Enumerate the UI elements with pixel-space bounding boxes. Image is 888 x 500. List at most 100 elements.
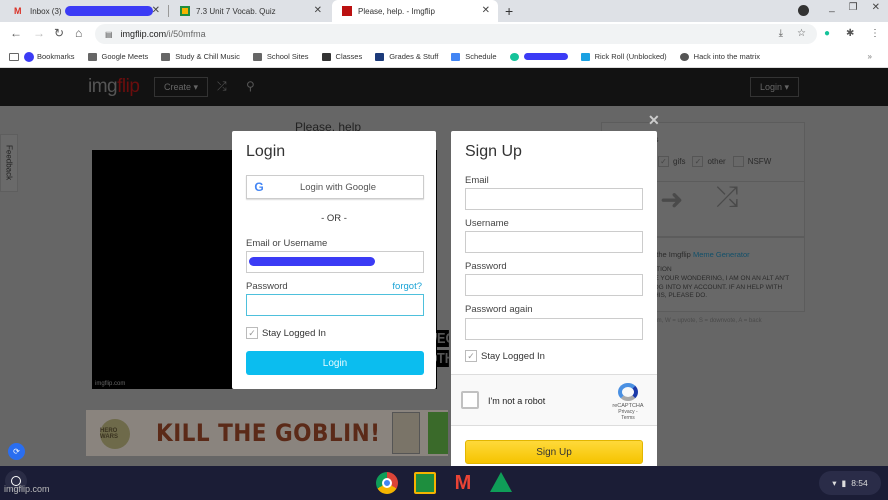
bookmark-grades-stuff[interactable]: Grades & Stuff	[375, 52, 438, 61]
login-submit-button[interactable]: Login	[246, 351, 424, 375]
close-tab-icon[interactable]: ✕	[482, 5, 490, 16]
bookmark-study-chill-music[interactable]: Study & Chill Music	[161, 52, 240, 61]
reload-icon[interactable]: ↻	[54, 26, 64, 40]
feedback-tab[interactable]: Feedback	[0, 134, 18, 192]
grammarly-extension-icon[interactable]: ●	[824, 28, 830, 39]
close-tab-icon[interactable]: ✕	[152, 5, 160, 16]
back-arrow-icon[interactable]: ←	[10, 26, 22, 40]
scroll-refresh-icon[interactable]: ⟳	[8, 443, 25, 460]
bookmark-google-meets[interactable]: Google Meets	[87, 52, 149, 61]
filter-checkbox-other[interactable]: ✓	[692, 156, 704, 167]
google-drive-icon[interactable]	[490, 472, 512, 492]
classroom-icon	[321, 52, 331, 61]
browser-toolbar: ← → ↻ ⌂ ▤ imgflip.com/i/50mfma ⤓ ☆ ● ✱ ⋮	[0, 22, 888, 46]
signup-stay-logged-in-row: ✓ Stay Logged In	[465, 350, 545, 362]
stay-logged-in-label: Stay Logged In	[262, 327, 326, 339]
bookmark-school-sites[interactable]: School Sites	[252, 52, 309, 61]
bookmarks-bar: Bookmarks Google Meets Study & Chill Mus…	[0, 46, 888, 68]
filter-checkbox-nsfw[interactable]	[732, 156, 744, 167]
folder-icon	[87, 52, 97, 61]
modal-close-icon[interactable]: ✕	[648, 112, 660, 129]
header-login-button[interactable]: Login ▾	[750, 77, 799, 97]
address-bar[interactable]: ▤ imgflip.com/i/50mfma	[95, 24, 817, 44]
goblin-image	[392, 412, 420, 454]
signup-password-again-label: Password again	[465, 304, 533, 315]
stay-logged-in-row: ✓ Stay Logged In	[246, 327, 326, 339]
bookmark-label: Study & Chill Music	[175, 52, 240, 61]
signup-password-input[interactable]	[465, 274, 643, 296]
close-window-button[interactable]: ✕	[872, 2, 880, 13]
signup-password-again-input[interactable]	[465, 318, 643, 340]
install-icon[interactable]: ⤓	[779, 28, 783, 39]
bookmark-hack-matrix[interactable]: Hack into the matrix	[679, 52, 760, 61]
status-area[interactable]: ▾ ▮ 8:54	[819, 471, 881, 495]
forgot-password-link[interactable]: forgot?	[392, 281, 422, 292]
or-divider: - OR -	[321, 213, 347, 224]
meme-generator-link[interactable]: Meme Generator	[693, 250, 750, 259]
signup-stay-logged-in-checkbox[interactable]: ✓	[465, 350, 477, 362]
tab-imgflip[interactable]: Please, help. - Imgflip ✕	[332, 0, 498, 22]
email-username-label: Email or Username	[246, 238, 328, 249]
battery-icon: ▮	[841, 477, 847, 488]
tab-inbox[interactable]: M Inbox (3) ✕	[4, 0, 168, 22]
bookmark-label: Classes	[335, 52, 363, 61]
signup-email-input[interactable]	[465, 188, 643, 210]
password-input[interactable]	[246, 294, 424, 316]
login-with-google-button[interactable]: G Login with Google	[246, 175, 424, 199]
ad-headline: KILL THE GOBLIN!	[156, 419, 381, 447]
browser-tab-strip: M Inbox (3) ✕ 7.3 Unit 7 Vocab. Quiz ✕ P…	[0, 0, 888, 22]
bookmark-classes[interactable]: Classes	[321, 52, 363, 61]
email-username-input[interactable]	[246, 251, 424, 273]
stay-logged-in-checkbox[interactable]: ✓	[246, 327, 258, 339]
bookmark-label: Google Meets	[101, 52, 149, 61]
new-tab-button[interactable]: +	[505, 3, 513, 19]
search-icon[interactable]: ⚲	[246, 79, 255, 93]
filter-checkbox-gifs[interactable]: ✓	[658, 156, 669, 167]
maximize-button[interactable]: ❐	[849, 2, 858, 13]
profile-icon[interactable]	[798, 5, 809, 16]
extensions-puzzle-icon[interactable]: ✱	[846, 28, 854, 39]
imgflip-logo[interactable]: imgflip	[88, 76, 140, 98]
meme-watermark: imgflip.com	[95, 381, 126, 387]
recaptcha-checkbox[interactable]	[461, 391, 479, 409]
bookmark-schedule[interactable]: Schedule	[451, 52, 497, 61]
signup-submit-button[interactable]: Sign Up	[465, 440, 643, 464]
keyboard-hint: dom, W = upvote, S = downvote, A = back	[650, 318, 762, 324]
forward-arrow-icon[interactable]: →	[33, 26, 45, 40]
bookmark-bookmarks[interactable]: Bookmarks	[9, 51, 75, 62]
minimize-button[interactable]: _	[829, 2, 835, 13]
create-menu-button[interactable]: Create ▾	[154, 77, 208, 97]
gmail-icon[interactable]: M	[452, 472, 474, 494]
random-shuffle-icon[interactable]: ⤮	[716, 181, 738, 214]
filter-label: gifs	[673, 157, 686, 166]
shuffle-icon[interactable]: ⤮	[217, 79, 227, 94]
filter-label: NSFW	[747, 157, 772, 166]
bookmark-star-icon[interactable]: ☆	[797, 28, 806, 39]
tab-separator	[168, 5, 169, 17]
close-tab-icon[interactable]: ✕	[314, 5, 322, 16]
site-info-icon[interactable]: ▤	[105, 30, 113, 39]
bookmark-rick-roll[interactable]: Rick Roll (Unblocked)	[580, 52, 667, 61]
signup-username-input[interactable]	[465, 231, 643, 253]
chrome-menu-icon[interactable]: ⋮	[870, 28, 880, 39]
tab-vocab-quiz[interactable]: 7.3 Unit 7 Vocab. Quiz ✕	[170, 0, 330, 22]
shelf-url-label: imgflip.com	[4, 484, 50, 494]
recaptcha-branding: reCAPTCHA Privacy - Terms	[611, 383, 645, 421]
bookmark-label: School Sites	[266, 52, 309, 61]
password-label: Password	[246, 281, 288, 292]
redacted-text	[523, 53, 568, 60]
ad-graphic	[428, 412, 448, 454]
signup-modal: Sign Up Email Username Password Password…	[451, 131, 657, 471]
next-arrow-icon[interactable]: ➜	[660, 183, 683, 216]
advertisement-banner[interactable]: HERO WARS KILL THE GOBLIN!	[86, 410, 448, 456]
bookmark-label: Rick Roll (Unblocked)	[594, 52, 667, 61]
bookmark-redacted[interactable]	[509, 52, 568, 61]
google-classroom-icon[interactable]	[414, 472, 436, 494]
bookmarks-overflow-icon[interactable]: »	[868, 52, 872, 61]
home-icon[interactable]: ⌂	[75, 26, 82, 40]
chrome-icon[interactable]	[376, 472, 398, 494]
recaptcha-links[interactable]: Privacy - Terms	[611, 409, 645, 421]
bookmark-label: Schedule	[465, 52, 497, 61]
folder-icon	[252, 52, 262, 61]
clock: 8:54	[851, 478, 868, 488]
